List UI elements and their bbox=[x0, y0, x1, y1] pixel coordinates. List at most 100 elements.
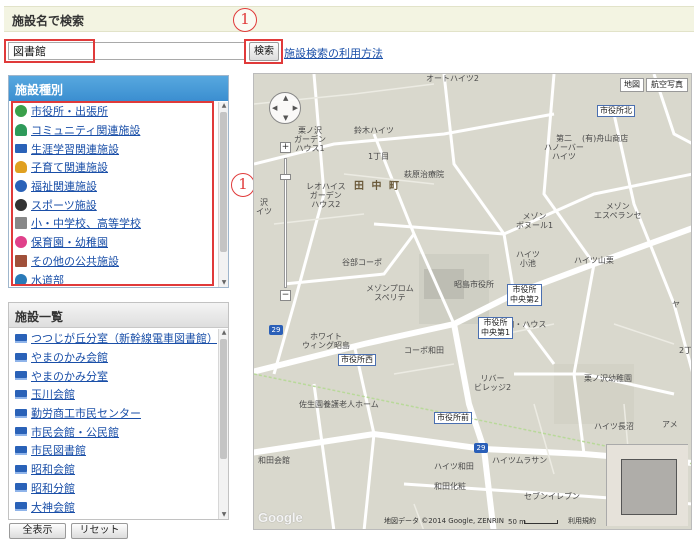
annotation-marker-1-side: 1 bbox=[231, 173, 255, 197]
scroll-up-arrow[interactable]: ▲ bbox=[219, 102, 229, 110]
category-item[interactable]: その他の公共施設 bbox=[9, 252, 215, 271]
category-item-label: コミュニティ関連施設 bbox=[31, 124, 141, 138]
show-all-button[interactable]: 全表示 bbox=[9, 523, 66, 539]
category-item[interactable]: コミュニティ関連施設 bbox=[9, 121, 215, 140]
map-place-label: メゾンプロム スペリテ bbox=[366, 284, 414, 302]
map-place-label: メゾン ボヌール1 bbox=[516, 212, 554, 230]
facility-scrollbar[interactable]: ▲ ▼ bbox=[218, 329, 228, 519]
community-icon bbox=[15, 124, 27, 137]
map-terms-link[interactable]: 利用規約 bbox=[568, 516, 596, 526]
map-place-label: 佐生園養護老人ホーム bbox=[299, 400, 379, 409]
map-place-label: リバー ビレッジ2 bbox=[474, 374, 512, 392]
category-item-label: 市役所・出張所 bbox=[31, 105, 108, 119]
facility-item-label: つつじが丘分室（新幹線電車図書館） bbox=[31, 332, 217, 346]
bus-stop-label[interactable]: 市役所 中央第2 bbox=[507, 284, 543, 306]
book-icon bbox=[15, 371, 27, 381]
facility-item[interactable]: 市民会館・公民館 bbox=[9, 422, 217, 441]
route-number-badge: 29 bbox=[269, 325, 283, 335]
book-icon bbox=[15, 408, 27, 418]
map-place-label: J・ハウス bbox=[512, 320, 547, 329]
map-place-label: 谷部コーポ bbox=[342, 258, 382, 267]
map-place-label: ヤ bbox=[672, 300, 680, 309]
wheelchair-icon bbox=[15, 180, 27, 193]
category-item[interactable]: スポーツ施設 bbox=[9, 195, 215, 214]
building-icon bbox=[15, 254, 27, 267]
bus-stop-label[interactable]: 市役所北 bbox=[597, 105, 635, 117]
category-item-label: 福祉関連施設 bbox=[31, 180, 97, 194]
pan-up-icon[interactable]: ▲ bbox=[283, 94, 288, 102]
map-place-label: オートハイツ2 bbox=[426, 74, 479, 83]
facility-panel-title: 施設一覧 bbox=[9, 303, 228, 328]
facility-item[interactable]: 昭和分館 bbox=[9, 479, 217, 498]
route-number-badge: 29 bbox=[474, 443, 488, 453]
bus-stop-label[interactable]: 市役所前 bbox=[434, 412, 472, 424]
facility-item[interactable]: やまのかみ分室 bbox=[9, 366, 217, 385]
pan-right-icon[interactable]: ▶ bbox=[293, 104, 298, 112]
pan-down-icon[interactable]: ▼ bbox=[283, 114, 288, 122]
facility-item-label: 市民図書館 bbox=[31, 444, 86, 458]
category-item-label: スポーツ施設 bbox=[31, 198, 97, 212]
map-place-label: 萩原治療院 bbox=[404, 170, 444, 179]
category-item[interactable]: 保育園・幼稚園 bbox=[9, 233, 215, 252]
book-icon bbox=[15, 483, 27, 493]
search-input[interactable] bbox=[8, 42, 245, 60]
category-item[interactable]: 子育て関連施設 bbox=[9, 158, 215, 177]
zoom-in-button[interactable]: + bbox=[280, 142, 291, 153]
facility-item[interactable]: 大神会館 bbox=[9, 497, 217, 516]
facility-item[interactable]: 中神会館 bbox=[9, 516, 217, 519]
map-overview-inset[interactable] bbox=[606, 444, 688, 526]
facility-item[interactable]: 玉川会館 bbox=[9, 385, 217, 404]
facility-item[interactable]: やまのかみ会館 bbox=[9, 348, 217, 367]
pan-left-icon[interactable]: ◀ bbox=[272, 104, 277, 112]
category-item[interactable]: 生涯学習関連施設 bbox=[9, 139, 215, 158]
book-icon bbox=[15, 445, 27, 455]
ball-icon bbox=[15, 198, 27, 211]
scroll-down-arrow[interactable]: ▼ bbox=[219, 511, 229, 519]
category-item[interactable]: 福祉関連施設 bbox=[9, 177, 215, 196]
map-pan-control[interactable]: ▲ ▼ ◀ ▶ bbox=[269, 92, 301, 124]
category-panel-title: 施設種別 bbox=[9, 76, 228, 101]
bus-stop-label[interactable]: 市役所 中央第1 bbox=[478, 317, 514, 339]
book-icon bbox=[15, 464, 27, 474]
search-button[interactable]: 検索 bbox=[249, 42, 279, 61]
facility-item-label: やまのかみ会館 bbox=[31, 351, 108, 365]
zoom-slider-thumb[interactable] bbox=[280, 174, 291, 180]
map-place-label: ハイツ長沼 bbox=[594, 422, 634, 431]
map-type-photo-button[interactable]: 航空写真 bbox=[646, 78, 688, 92]
category-item[interactable]: 小・中学校、高等学校 bbox=[9, 214, 215, 233]
scroll-up-arrow[interactable]: ▲ bbox=[219, 329, 229, 337]
reset-button[interactable]: リセット bbox=[71, 523, 128, 539]
map-place-label: セブンイレブン bbox=[524, 492, 580, 501]
category-item-label: 生涯学習関連施設 bbox=[31, 142, 119, 156]
map-place-label: 栗ノ沢 ガーデン ハウス1 bbox=[294, 126, 326, 153]
map-scale-bar bbox=[524, 520, 558, 524]
facility-item[interactable]: 昭和会館 bbox=[9, 460, 217, 479]
laptop-icon bbox=[15, 144, 27, 154]
water-icon bbox=[15, 273, 27, 286]
scroll-thumb[interactable] bbox=[220, 339, 227, 459]
search-help-link[interactable]: 施設検索の利用方法 bbox=[284, 45, 383, 61]
facility-item-label: 大神会館 bbox=[31, 500, 75, 514]
facility-item[interactable]: つつじが丘分室（新幹線電車図書館） bbox=[9, 329, 217, 348]
zoom-out-button[interactable]: − bbox=[280, 290, 291, 301]
book-icon bbox=[15, 352, 27, 362]
facility-item[interactable]: 勤労商工市民センター bbox=[9, 404, 217, 423]
facility-item-label: 勤労商工市民センター bbox=[31, 407, 141, 421]
category-item[interactable]: 水道部 bbox=[9, 270, 215, 287]
annotation-marker-1-top: 1 bbox=[233, 8, 257, 32]
facility-item-label: 昭和会館 bbox=[31, 463, 75, 477]
map-place-label: 鈴木ハイツ bbox=[354, 126, 394, 135]
map-view[interactable]: 地図 航空写真 ▲ ▼ ◀ ▶ + − 田 中 町 1丁目 2丁 オートハイツ2… bbox=[253, 73, 692, 530]
scroll-down-arrow[interactable]: ▼ bbox=[219, 279, 229, 287]
category-scrollbar[interactable]: ▲ ▼ bbox=[218, 102, 228, 287]
page-title-bar: 施設名で検索 bbox=[4, 6, 694, 32]
facility-item-label: 玉川会館 bbox=[31, 388, 75, 402]
overview-viewport-frame[interactable] bbox=[621, 459, 677, 515]
category-item[interactable]: 市役所・出張所 bbox=[9, 102, 215, 121]
map-place-label: 和田化粧 bbox=[434, 482, 466, 491]
scroll-thumb[interactable] bbox=[220, 112, 227, 252]
map-type-map-button[interactable]: 地図 bbox=[620, 78, 644, 92]
facility-item[interactable]: 市民図書館 bbox=[9, 441, 217, 460]
bus-stop-label[interactable]: 市役所西 bbox=[338, 354, 376, 366]
category-panel: 施設種別 市役所・出張所コミュニティ関連施設 生涯学習関連施設子育て関連施設福祉関… bbox=[8, 75, 229, 288]
